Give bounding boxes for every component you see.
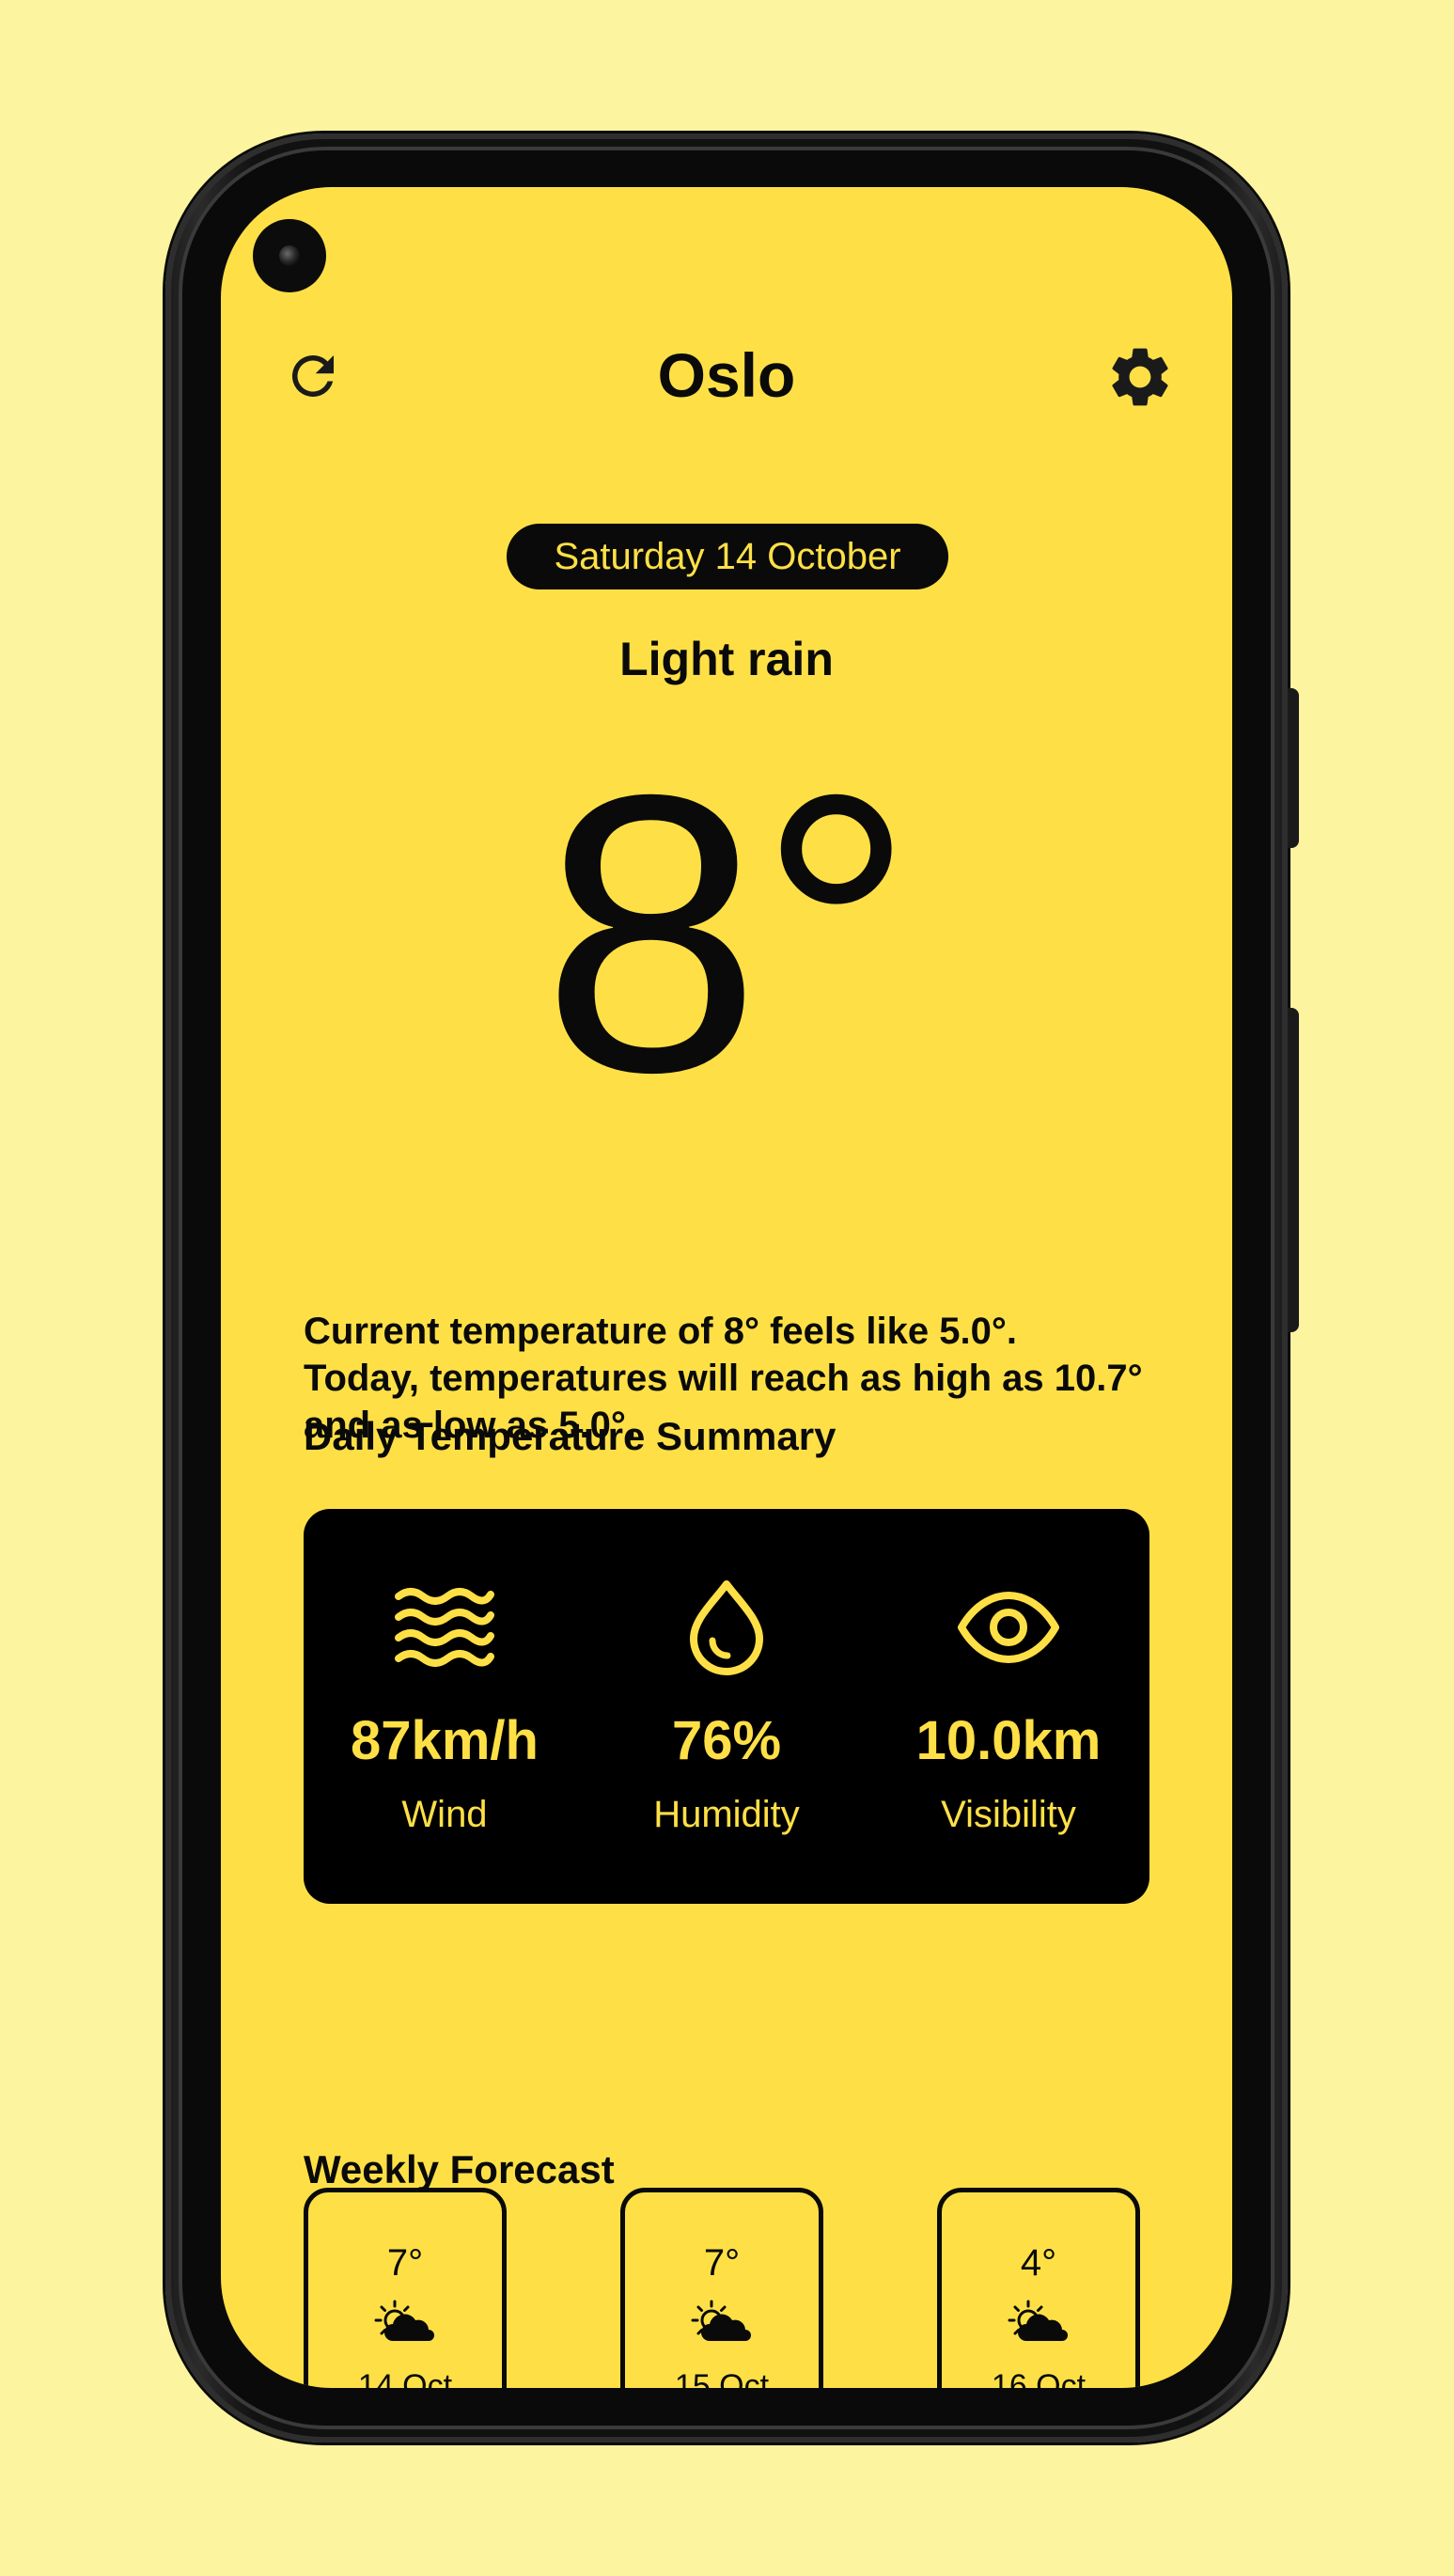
humidity-label: Humidity [653,1794,800,1835]
gear-icon [1112,348,1168,406]
forecast-day-card[interactable]: 4° 16 Oct [937,2188,1140,2388]
current-temperature: 8° [541,714,915,1154]
humidity-stat: 76% Humidity [586,1509,868,1904]
weather-condition: Light rain [619,633,834,685]
forecast-temp: 4° [1020,2242,1057,2284]
water-drop-icon [690,1580,763,1675]
forecast-day-card[interactable]: 7° 14 Oct [304,2188,507,2388]
partly-cloudy-icon [1008,2300,1068,2341]
volume-button [1288,1008,1299,1332]
summary-text: Current temperature of 8° feels like 5.0… [304,1308,1168,1449]
partly-cloudy-icon [374,2300,434,2341]
forecast-day-card[interactable]: 7° 15 Oct [620,2188,823,2388]
visibility-label: Visibility [941,1794,1076,1835]
settings-button[interactable] [1103,340,1177,414]
forecast-temp: 7° [386,2242,424,2284]
wind-value: 87km/h [351,1710,539,1771]
wind-stat: 87km/h Wind [304,1509,586,1904]
wind-label: Wind [401,1794,488,1835]
summary-line: Current temperature of 8° feels like 5.0… [304,1311,1017,1352]
forecast-date: 14 Oct [357,2368,453,2388]
app-screen: Oslo Saturday 14 October Light rain 8° D… [221,187,1232,2388]
power-button [1288,688,1299,848]
visibility-value: 10.0km [915,1710,1102,1771]
humidity-value: 76% [671,1710,782,1771]
front-camera [253,219,326,292]
phone-frame: Oslo Saturday 14 October Light rain 8° D… [165,134,1299,2442]
partly-cloudy-icon [691,2300,751,2341]
forecast-date: 16 Oct [991,2368,1087,2388]
summary-line: and as low as 5.0°. [304,1405,636,1446]
forecast-temp: 7° [703,2242,741,2284]
summary-line: Today, temperatures will reach as high a… [304,1358,1143,1399]
visibility-stat: 10.0km Visibility [868,1509,1149,1904]
waves-icon [395,1588,494,1667]
eye-icon [958,1592,1059,1663]
date-badge: Saturday 14 October [507,524,948,589]
forecast-date: 15 Oct [674,2368,770,2388]
city-title: Oslo [657,340,796,410]
conditions-card: 87km/h Wind 76% Humidity 10.0km Visibili… [304,1509,1149,1904]
